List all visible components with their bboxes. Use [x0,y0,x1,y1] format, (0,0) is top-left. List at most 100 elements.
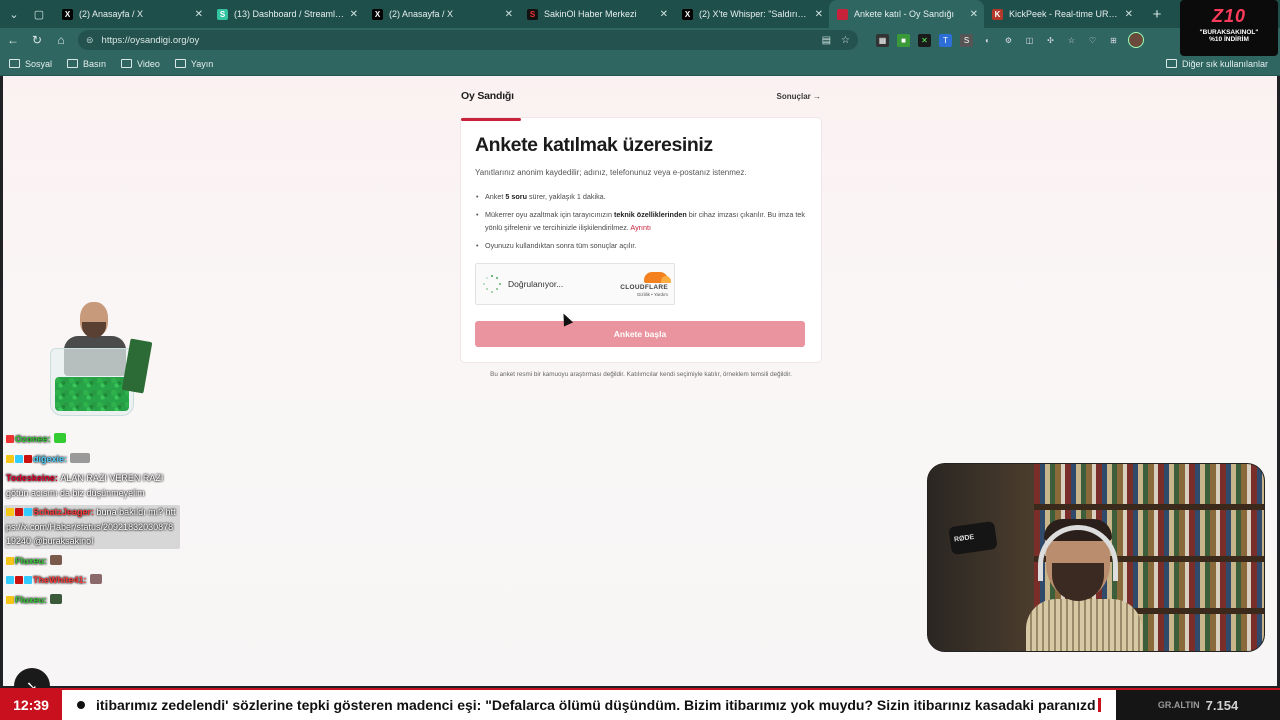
site-info-icon[interactable]: ⊜ [86,35,94,46]
stream-chat-overlay: Ozonee: diğexie: Todeskeine: ALAN RAZI V… [4,432,180,612]
extension-icon[interactable]: ▦ [876,33,889,47]
chat-badge-icon [6,556,14,565]
ticker-dot-icon [77,701,85,709]
close-tab-icon[interactable]: ✕ [1125,9,1133,20]
profile-avatar[interactable] [1128,32,1144,48]
chat-emote-icon [89,574,102,584]
ticker-clock: 12:39 [0,690,62,720]
ticker-headline: itibarımız zedelendi' sözlerine tepki gö… [96,697,1096,713]
chat-message-highlighted: SchatzJeager: buna bakıldı mı? https://x… [4,505,180,549]
chat-badge-icon [6,435,14,443]
workspaces-icon[interactable]: ▢ [28,3,50,25]
reload-icon[interactable]: ↻ [26,29,48,51]
extension-icon[interactable]: ✕ [918,33,931,47]
close-tab-icon[interactable]: ✕ [195,9,203,20]
start-survey-button[interactable]: Ankete başla [475,321,805,347]
heart-icon[interactable]: ♡ [1086,34,1099,47]
tab-search-chevron-icon[interactable]: ⌄ [3,3,25,25]
card-accent-bar [461,118,521,121]
favorite-star-icon[interactable]: ☆ [841,35,850,46]
cloudflare-logo-text: CLOUDFLARE [620,283,668,291]
bookmark-folder-basin[interactable]: Basın [67,59,106,69]
folder-icon [9,59,20,68]
tab-strip: ⌄ ▢ X (2) Anasayfa / X ✕ S (13) Dashboard /… [0,0,1280,28]
reader-view-icon[interactable]: ▤ [822,35,831,46]
chat-emote-icon [53,433,66,443]
results-link[interactable]: Sonuçlar → [777,92,821,101]
cloudflare-branding: CLOUDFLARE Gizlilik • Yardım [620,271,671,297]
survey-disclaimer: Bu anket resmi bir kamuoyu araştırması d… [490,371,792,378]
news-ticker: 12:39 itibarımız zedelendi' sözlerine te… [0,688,1280,720]
streamer [1026,519,1142,651]
folder-icon [174,59,186,68]
tab-3[interactable]: S SakinOl Haber Merkezi ✕ [519,0,674,28]
sponsor-logo: Z10 [1211,6,1247,26]
webcam-feed: RØDE [927,463,1265,652]
info-list: Anket 5 soru sürer, yaklaşık 1 dakika. M… [475,190,805,256]
page-header: Oy Sandığı Sonuçlar → [461,90,821,102]
collections-icon[interactable]: ⊞ [1107,34,1120,47]
translate-icon[interactable]: T [939,33,952,47]
close-tab-icon[interactable]: ✕ [815,9,823,20]
chat-message: Ozonee: [4,432,180,447]
tab-0[interactable]: X (2) Anasayfa / X ✕ [54,0,209,28]
chat-badge-icon [15,508,23,516]
x-icon: X [62,8,73,20]
tab-4[interactable]: X(2) X'te Whisper: "Saldırının bir b✕ [674,0,829,28]
chat-badge-icon [24,508,32,516]
chat-badge-icon [24,576,32,584]
chat-message: Todeskeine: ALAN RAZI VEREN RAZI götün a… [6,473,164,498]
bookmark-folder-video[interactable]: Video [121,59,160,69]
tab-5-active[interactable]: Ankete katıl - Oy Sandığı ✕ [829,0,984,28]
chat-badge-icon [15,454,23,463]
favorites-icon[interactable]: ☆ [1065,34,1078,47]
other-bookmarks[interactable]: Diğer sık kullanılanlar [1165,59,1268,69]
gold-price-value: 7.154 [1205,697,1239,713]
extensions-puzzle-icon[interactable]: ✣ [1044,34,1057,47]
extension-icon[interactable]: S [960,33,973,47]
chat-badge-icon [24,454,32,463]
x-icon: X [682,8,693,20]
close-tab-icon[interactable]: ✕ [505,9,513,20]
bookmark-folder-sosyal[interactable]: Sosyal [9,59,52,69]
site-brand[interactable]: Oy Sandığı [461,90,514,102]
cloudflare-cloud-icon [644,271,671,283]
x-icon: X [372,8,383,20]
loading-spinner-icon [483,275,501,293]
close-tab-icon[interactable]: ✕ [350,9,358,20]
home-icon[interactable]: ⌂ [50,29,72,51]
extension-icon[interactable]: ◐ [981,34,994,47]
settings-gear-icon[interactable]: ⚙ [1002,34,1015,47]
sponsor-code: "BURAKSAKINOL" [1199,29,1259,36]
sponsor-badge: Z10 "BURAKSAKINOL" %10 İNDİRİM [1180,0,1278,56]
chat-message: Fluxeu: [4,593,180,608]
tab-6[interactable]: KKickPeek - Real-time URL Crawler✕ [984,0,1139,28]
survey-intro-card: Ankete katılmak üzeresiniz Yanıtlarınız … [461,118,821,362]
chat-emote-icon [70,452,91,463]
oysandigi-icon [837,8,848,20]
details-link[interactable]: Ayrıntı [630,223,651,232]
sakinol-icon: S [527,8,538,20]
close-tab-icon[interactable]: ✕ [970,9,978,20]
extension-icon[interactable]: ■ [897,33,910,47]
folder-icon [1165,59,1177,68]
folder-icon [67,59,79,68]
close-tab-icon[interactable]: ✕ [660,9,668,20]
chat-message: Fluxeu: [4,554,180,569]
bookmark-folder-yayin[interactable]: Yayın [174,59,213,69]
chat-badge-icon [6,508,14,516]
new-tab-plus-icon[interactable]: + [1145,2,1169,26]
back-arrow-icon[interactable]: ← [2,29,24,51]
folder-icon [121,59,133,68]
extensions-area: ▦ ■ ✕ T S ◐ ⚙ ◫ ✣ ☆ ♡ ⊞ [876,33,1120,47]
cloudflare-links[interactable]: Gizlilik • Yardım [620,292,668,297]
info-item-duration: Anket 5 soru sürer, yaklaşık 1 dakika. [475,190,805,204]
tab-1[interactable]: S (13) Dashboard / Streamlabs ✕ [209,0,364,28]
tab-2[interactable]: X (2) Anasayfa / X ✕ [364,0,519,28]
anonymity-note: Yanıtlarınız anonim kaydedilir; adınız, … [475,168,747,177]
split-screen-icon[interactable]: ◫ [1023,34,1036,47]
chat-emote-icon [50,554,63,565]
chat-badge-icon [6,595,14,604]
cloudflare-turnstile-widget[interactable]: Doğrulanıyor... CLOUDFLARE Gizlilik • Ya… [475,263,675,305]
url-input[interactable]: ⊜ https://oysandigi.org/oy ▤ ☆ [78,30,858,50]
